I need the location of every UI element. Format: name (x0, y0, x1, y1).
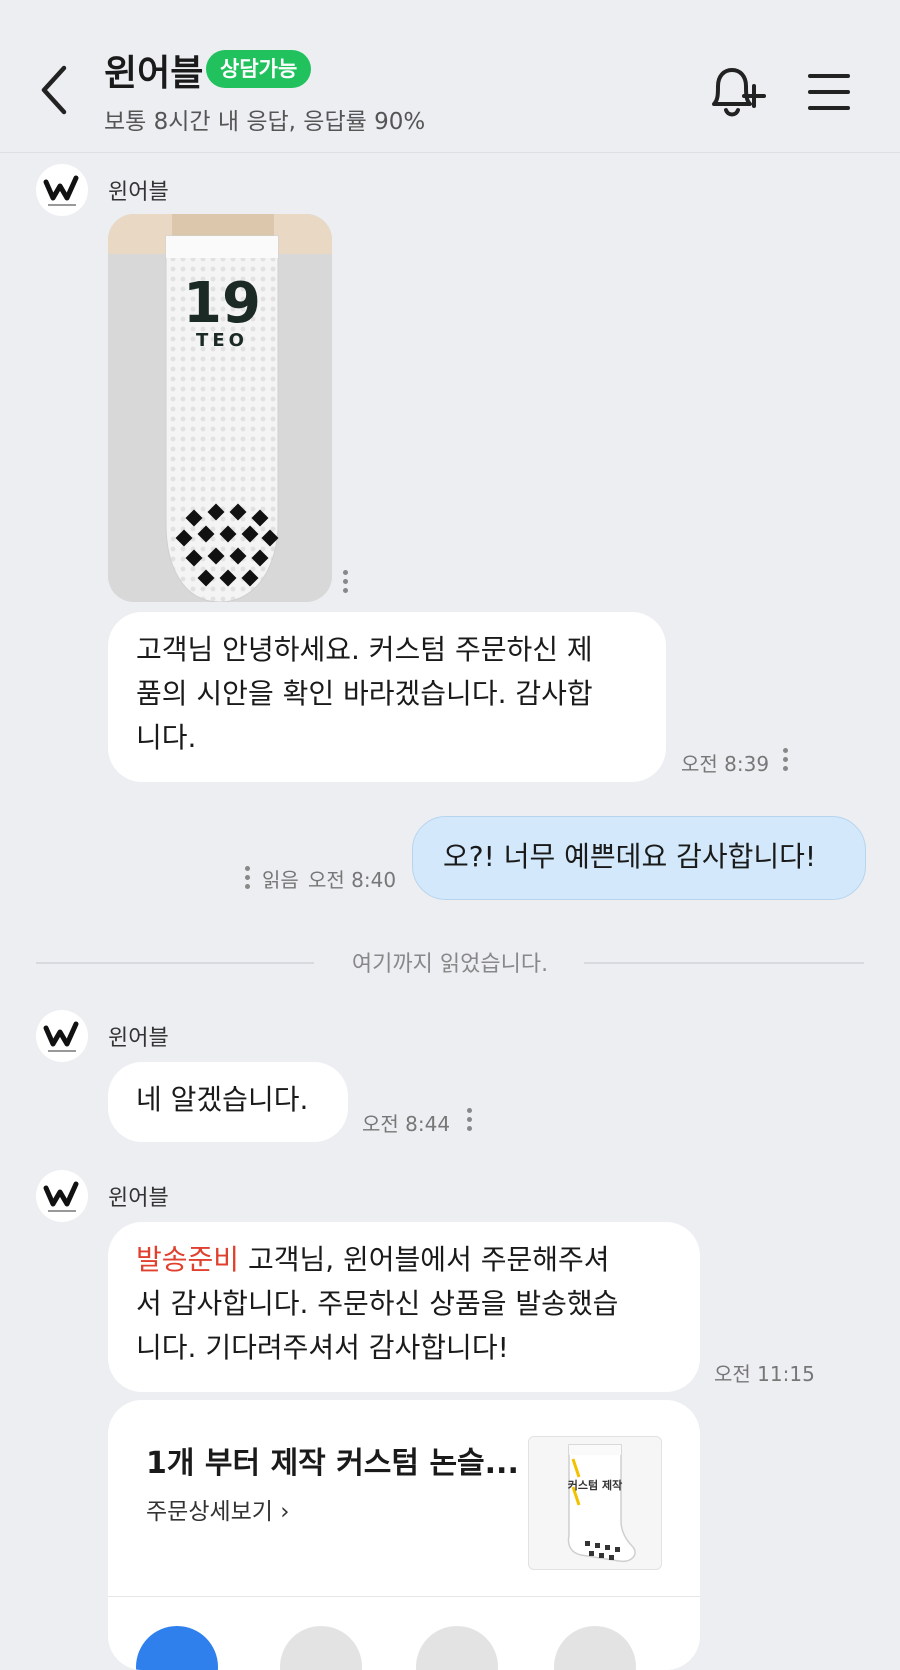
winable-logo (43, 175, 79, 206)
sock-image: 19 TEO (108, 214, 332, 602)
winable-logo (43, 1021, 79, 1052)
order-card[interactable]: 1개 부터 제작 커스텀 논슬... 주문상세보기 › 커스텀 제작 (108, 1400, 700, 1670)
card-action-button[interactable] (416, 1626, 498, 1670)
order-detail-link[interactable]: 주문상세보기 › (146, 1492, 289, 1526)
delivery-action-button[interactable] (136, 1626, 218, 1670)
message-line: 고객님 안녕하세요. 커스텀 주문하신 제 (136, 633, 593, 666)
notification-add-button[interactable] (706, 64, 768, 122)
sock-player-name: TEO (196, 330, 248, 351)
message-line: 발송준비 고객님, 윈어블에서 주문해주셔 (136, 1238, 672, 1282)
product-photo[interactable]: 19 TEO (108, 214, 332, 602)
chevron-right-icon: › (280, 1499, 290, 1525)
order-product-thumbnail[interactable]: 커스텀 제작 (528, 1436, 662, 1570)
my-message-bubble: 오?! 너무 예쁜데요 감사합니다! (412, 816, 866, 900)
message-line: 니다. 기다려주셔서 감사합니다! (136, 1331, 509, 1364)
chevron-left-icon (41, 65, 67, 115)
message-text: 고객님, 윈어블에서 주문해주셔 (239, 1243, 610, 1276)
chat-title: 윈어블 (104, 53, 204, 94)
message-bubble: 고객님 안녕하세요. 커스텀 주문하신 제 품의 시안을 확인 바라겠습니다. … (108, 612, 666, 782)
message-time: 오전 8:39 (681, 752, 770, 776)
more-options-icon[interactable] (342, 570, 350, 596)
order-product-title: 1개 부터 제작 커스텀 논슬... (146, 1446, 519, 1481)
more-options-icon[interactable] (466, 1108, 474, 1134)
shipping-notice-bubble: 발송준비 고객님, 윈어블에서 주문해주셔 서 감사합니다. 주문하신 상품을 … (108, 1222, 700, 1392)
more-options-icon[interactable] (782, 748, 790, 774)
message-line: 니다. (136, 721, 197, 754)
card-action-button[interactable] (280, 1626, 362, 1670)
status-badge: 상담가능 (206, 50, 312, 88)
read-receipt: 읽음 (262, 868, 299, 892)
more-options-icon[interactable] (244, 866, 252, 892)
shipping-status-tag: 발송준비 (136, 1243, 240, 1276)
response-info: 보통 8시간 내 응답, 응답률 90% (104, 109, 426, 135)
message-time: 오전 8:40 (308, 868, 397, 892)
thumbnail-label: 커스텀 제작 (568, 1478, 622, 1492)
back-button[interactable] (36, 62, 76, 118)
chat-header: 윈어블 상담가능 보통 8시간 내 응답, 응답률 90% (0, 0, 900, 153)
card-divider (108, 1596, 700, 1597)
message-time: 오전 11:15 (714, 1362, 815, 1386)
sock-thumbnail-image: 커스텀 제작 (568, 1444, 636, 1563)
message-time: 오전 8:44 (362, 1112, 451, 1136)
hamburger-menu-icon (808, 74, 850, 110)
message-bubble: 네 알겠습니다. (108, 1062, 348, 1142)
sender-name: 윈어블 (108, 180, 169, 205)
sender-name: 윈어블 (108, 1186, 169, 1211)
menu-button[interactable] (808, 72, 850, 112)
order-detail-label: 주문상세보기 (146, 1499, 273, 1525)
sender-name: 윈어블 (108, 1026, 169, 1051)
sock-number: 19 (183, 271, 261, 336)
card-action-button[interactable] (554, 1626, 636, 1670)
sender-avatar[interactable] (36, 1010, 88, 1062)
divider-line (584, 962, 864, 964)
winable-logo (43, 1181, 79, 1212)
sender-avatar[interactable] (36, 1170, 88, 1222)
message-line: 서 감사합니다. 주문하신 상품을 발송했습 (136, 1287, 619, 1320)
bell-plus-icon (712, 68, 766, 117)
message-line: 품의 시안을 확인 바라겠습니다. 감사합 (136, 677, 593, 710)
sender-avatar[interactable] (36, 164, 88, 216)
